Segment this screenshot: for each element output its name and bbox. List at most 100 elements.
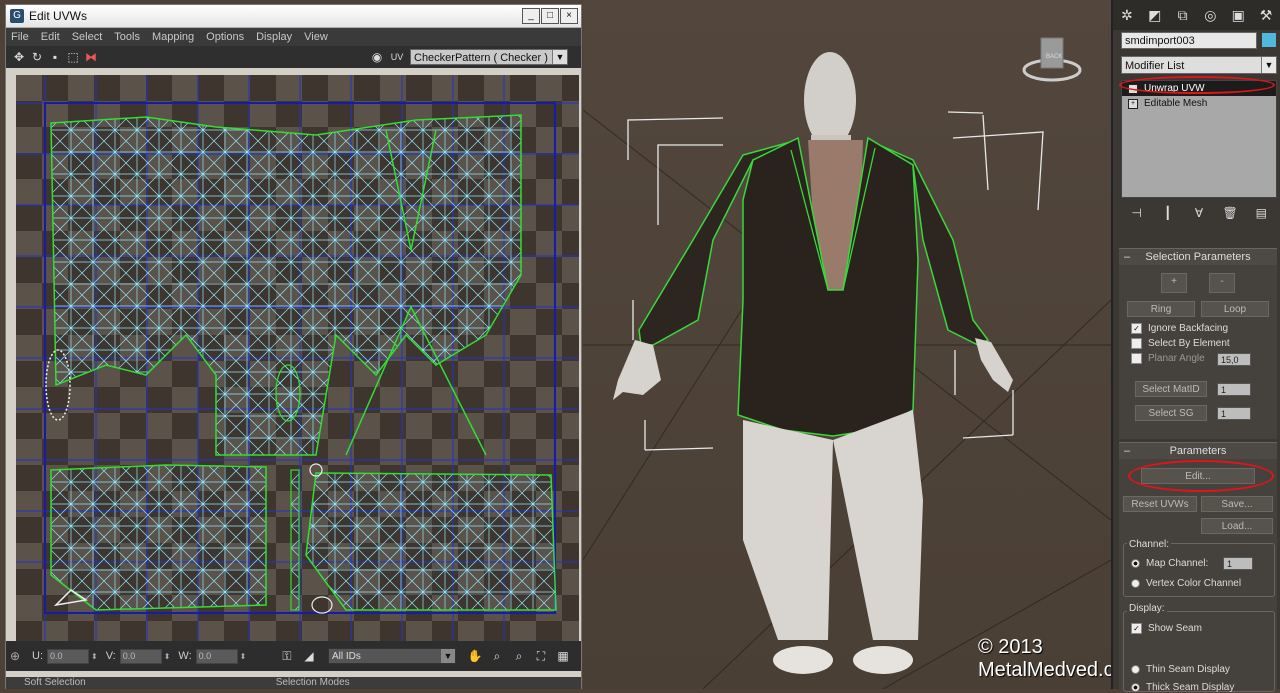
perspective-viewport[interactable]: BACK © 2013 MetalMedved.com [583,0,1111,689]
selection-parameters-rollout: – Selection Parameters + - Ring Loop ✓ Ign… [1119,248,1277,439]
menu-display[interactable]: Display [251,31,299,43]
object-name-field[interactable]: smdimport003 [1121,32,1257,49]
map-channel-radio[interactable]: Map Channel: [1131,558,1208,569]
soft-selection-label[interactable]: Soft Selection [6,677,86,689]
modify-tab-icon[interactable]: ◩ [1145,5,1165,25]
viewcube[interactable]: BACK [1021,30,1083,86]
menu-options[interactable]: Options [201,31,251,43]
select-by-element-checkbox[interactable]: Select By Element [1131,338,1230,349]
pin-stack-icon[interactable]: ⊣ [1127,206,1147,222]
display-tab-icon[interactable]: ▣ [1228,5,1248,25]
menu-bar: File Edit Select Tools Mapping Options D… [6,28,581,46]
texture-checker-icon[interactable]: ◉ [368,49,386,65]
motion-tab-icon[interactable]: ◎ [1200,5,1220,25]
object-color-swatch[interactable] [1262,33,1276,47]
load-button[interactable]: Load... [1201,518,1273,534]
checkbox-label: Ignore Backfacing [1148,323,1229,334]
zoom-icon[interactable]: ⌕ [488,648,506,664]
radio-label: Thin Seam Display [1146,664,1230,675]
command-panel-tabs: ✲ ◩ ⧉ ◎ ▣ ⚒ [1113,0,1280,30]
menu-edit[interactable]: Edit [36,31,67,43]
edit-uvws-window[interactable]: G Edit UVWs _ □ × File Edit Select Tools… [5,4,582,689]
reset-uvws-button[interactable]: Reset UVWs [1123,496,1197,512]
modifier-list-dropdown[interactable]: Modifier List ▼ [1121,56,1277,74]
matid-spinner[interactable]: 1 [1217,383,1251,396]
grid-toggle-icon[interactable]: ▦ [554,648,572,664]
uvw-bottom-toolbar: ⊕ U: ⬍ V: ⬍ W: ⬍ ⚿ ◢ All IDs ▼ ✋ ⌕ ⌕ ⛶ ▦ [6,641,581,671]
configure-sets-icon[interactable]: ▤ [1251,206,1271,222]
selection-modes-label[interactable]: Selection Modes [86,677,350,689]
select-sg-button[interactable]: Select SG [1135,405,1207,421]
u-coord-group: U: ⬍ [32,648,98,664]
show-seam-checkbox[interactable]: ✓ Show Seam [1131,623,1202,634]
make-unique-icon[interactable]: ∀ [1189,206,1209,222]
display-group-label: Display: [1127,603,1167,614]
menu-view[interactable]: View [299,31,335,43]
freeform-icon[interactable]: ⬚ [64,49,82,65]
minimize-button[interactable]: _ [522,8,540,24]
uv-editor-canvas[interactable] [16,75,579,642]
stack-item-editable-mesh[interactable]: + Editable Mesh [1122,96,1276,111]
ring-button[interactable]: Ring [1127,301,1195,317]
v-coord-group: V: ⬍ [106,648,171,664]
u-input[interactable] [47,648,89,664]
rollout-header[interactable]: – Parameters [1119,443,1277,459]
menu-file[interactable]: File [6,31,36,43]
absolute-relative-icon[interactable]: ⊕ [6,648,24,664]
w-label: W: [178,650,192,662]
stack-buttons: ⊣ ┃ ∀ 🗑 ▤ [1121,206,1277,224]
rollout-title: Parameters [1169,445,1227,457]
move-icon[interactable]: ✥ [10,49,28,65]
remove-modifier-icon[interactable]: 🗑 [1220,206,1240,222]
thick-seam-radio[interactable]: Thick Seam Display [1131,682,1234,693]
radio-label: Map Channel: [1146,558,1209,569]
show-end-result-icon[interactable]: ┃ [1158,206,1178,222]
dropdown-arrow-icon: ▼ [1261,57,1276,73]
uv-layout [16,75,579,642]
maximize-button[interactable]: □ [541,8,559,24]
viewcube-label: BACK [1046,54,1062,60]
planar-angle-spinner[interactable]: 15,0 [1217,353,1251,366]
lock-icon[interactable]: ⚿ [278,648,296,664]
menu-tools[interactable]: Tools [109,31,147,43]
vertex-color-channel-radio[interactable]: Vertex Color Channel [1131,578,1241,589]
app-icon: G [10,9,24,23]
loop-button[interactable]: Loop [1201,301,1269,317]
create-tab-icon[interactable]: ✲ [1117,5,1137,25]
utilities-tab-icon[interactable]: ⚒ [1256,5,1276,25]
select-matid-button[interactable]: Select MatID [1135,381,1207,397]
texture-dropdown[interactable]: CheckerPattern ( Checker ) ▼ [410,49,568,65]
menu-mapping[interactable]: Mapping [147,31,201,43]
zoom-extents-icon[interactable]: ⛶ [532,648,550,664]
expand-plus-icon[interactable]: + [1128,99,1138,109]
mirror-icon[interactable]: ⧓ [82,49,100,65]
sg-spinner[interactable]: 1 [1217,407,1251,420]
channel-group-label: Channel: [1127,539,1172,550]
thin-seam-radio[interactable]: Thin Seam Display [1131,664,1230,675]
rotate-icon[interactable]: ↻ [28,49,46,65]
shrink-selection-button[interactable]: - [1209,273,1235,293]
w-input[interactable] [195,648,238,664]
rollout-header[interactable]: – Selection Parameters [1119,249,1277,265]
spinner-icon[interactable]: ⬍ [91,652,98,661]
grow-selection-button[interactable]: + [1161,273,1187,293]
zoom-region-icon[interactable]: ⌕ [510,648,528,664]
viewport-scene [583,52,1111,689]
map-channel-spinner[interactable]: 1 [1223,557,1253,570]
pan-icon[interactable]: ✋ [466,648,484,664]
modifier-list-label: Modifier List [1125,60,1185,72]
menu-select[interactable]: Select [67,31,110,43]
save-button[interactable]: Save... [1201,496,1273,512]
ignore-backfacing-checkbox[interactable]: ✓ Ignore Backfacing [1131,323,1228,334]
scale-icon[interactable]: ▪ [46,49,64,65]
id-filter-dropdown[interactable]: All IDs ▼ [328,648,456,664]
object-name: smdimport003 [1125,35,1195,47]
hierarchy-tab-icon[interactable]: ⧉ [1173,5,1193,25]
planar-angle-checkbox[interactable]: Planar Angle [1131,353,1205,364]
spinner-icon[interactable]: ⬍ [164,652,171,661]
spinner-icon[interactable]: ⬍ [240,652,247,661]
filter-icon[interactable]: ◢ [300,648,318,664]
close-button[interactable]: × [560,8,578,24]
window-titlebar[interactable]: G Edit UVWs _ □ × [6,5,581,28]
v-input[interactable] [119,648,162,664]
